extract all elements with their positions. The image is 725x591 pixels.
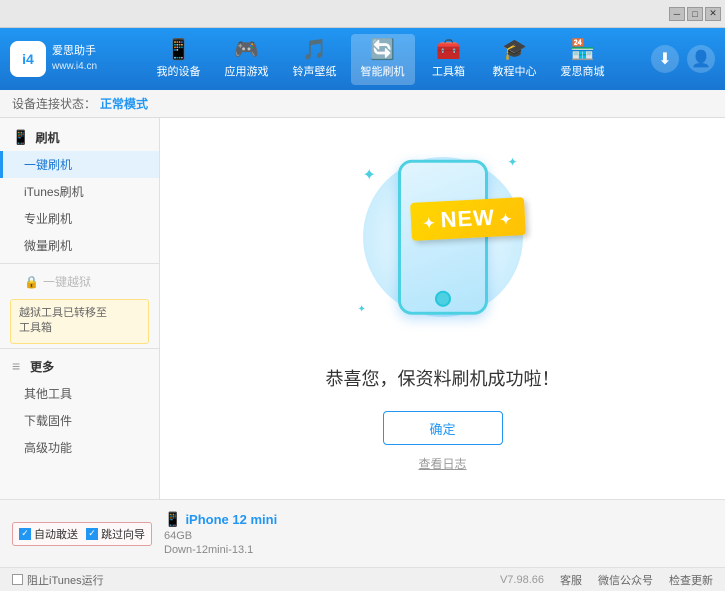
app-logo: i4 [10, 41, 46, 77]
check-update-link[interactable]: 检查更新 [669, 572, 713, 588]
sidebar-item-other-tools[interactable]: 其他工具 [0, 380, 159, 407]
apps-games-icon: 🎮 [234, 40, 259, 60]
skip-wizard-check-box: ✓ [86, 528, 98, 540]
shop-icon: 🏪 [570, 40, 595, 60]
nav-ringtone[interactable]: 🎵 铃声壁纸 [283, 34, 347, 85]
sidebar-notice-jailbreak: 越狱工具已转移至工具箱 [10, 299, 149, 344]
skip-wizard-checkbox[interactable]: ✓ 跳过向导 [86, 526, 145, 542]
minimize-button[interactable]: ─ [669, 7, 685, 21]
my-device-icon: 📱 [166, 40, 191, 60]
sidebar-divider-2 [0, 348, 159, 349]
pro-flash-label: 专业刷机 [24, 212, 72, 226]
close-button[interactable]: ✕ [705, 7, 721, 21]
window-controls: ─ □ ✕ [669, 7, 721, 21]
customer-service-link[interactable]: 客服 [560, 572, 582, 588]
sidebar-item-itunes-flash[interactable]: iTunes刷机 [0, 178, 159, 205]
device-phone-icon: 📱 [164, 511, 181, 528]
logo-symbol: i4 [22, 51, 34, 67]
sidebar-item-advanced[interactable]: 高级功能 [0, 434, 159, 461]
sidebar-divider-1 [0, 263, 159, 264]
tutorial-icon: 🎓 [502, 40, 527, 60]
phone-home-button [435, 291, 451, 307]
sidebar-item-one-key-flash[interactable]: 一键刷机 [0, 151, 159, 178]
ringtone-icon: 🎵 [302, 40, 327, 60]
bottom-bar: ✓ 自动敢送 ✓ 跳过向导 📱 iPhone 12 mini 64GB Down… [0, 499, 725, 567]
footer-version: V7.98.66 [500, 574, 544, 586]
nav-my-device[interactable]: 📱 我的设备 [147, 34, 211, 85]
hero-illustration: ✦ ✦ ✦ NEW [343, 145, 543, 345]
wechat-link[interactable]: 微信公众号 [598, 572, 653, 588]
sidebar-item-pro-flash[interactable]: 专业刷机 [0, 205, 159, 232]
title-bar: ─ □ ✕ [0, 0, 725, 28]
checkbox-group: ✓ 自动敢送 ✓ 跳过向导 [12, 522, 152, 546]
user-button[interactable]: 👤 [687, 45, 715, 73]
toolbox-icon: 🧰 [436, 40, 461, 60]
smart-flash-icon: 🔄 [370, 40, 395, 60]
check-icon-2: ✓ [88, 528, 96, 539]
view-log-link[interactable]: 查看日志 [418, 455, 466, 472]
footer-right: V7.98.66 客服 微信公众号 检查更新 [500, 572, 713, 588]
logo-area: i4 爱思助手 www.i4.cn [10, 41, 110, 77]
confirm-button-label: 确定 [429, 419, 455, 438]
logo-text: 爱思助手 www.i4.cn [52, 44, 97, 73]
more-section-icon: ≡ [12, 358, 20, 374]
lock-icon: 🔒 [24, 275, 39, 289]
header-right: ⬇ 👤 [651, 45, 715, 73]
maximize-button[interactable]: □ [687, 7, 703, 21]
jailbreak-label: 一键越狱 [43, 273, 91, 290]
status-bar: 设备连接状态： 正常模式 [0, 90, 725, 118]
itunes-flash-label: iTunes刷机 [24, 185, 84, 199]
status-label: 设备连接状态： [12, 95, 96, 112]
device-name: 📱 iPhone 12 mini [164, 511, 277, 528]
sidebar-flash-section: 📱 刷机 [0, 124, 159, 151]
nav-tutorial[interactable]: 🎓 教程中心 [483, 34, 547, 85]
confirm-button[interactable]: 确定 [383, 411, 503, 445]
itunes-block-checkbox[interactable] [12, 574, 23, 585]
sidebar-item-jailbreak-disabled: 🔒 一键越狱 [0, 268, 159, 295]
sparkle-1: ✦ [363, 165, 376, 185]
footer-itunes-label: 阻止iTunes运行 [27, 572, 104, 588]
download-button[interactable]: ⬇ [651, 45, 679, 73]
flash-section-icon: 📱 [12, 129, 29, 146]
download-firmware-label: 下载固件 [24, 414, 72, 428]
more-section-label: 更多 [30, 358, 54, 375]
nav-toolbox[interactable]: 🧰 工具箱 [419, 34, 479, 85]
sparkle-3: ✦ [358, 304, 366, 315]
device-storage: 64GB [164, 530, 277, 542]
flash-section-label: 刷机 [35, 129, 59, 146]
device-name-label: iPhone 12 mini [185, 512, 277, 527]
other-tools-label: 其他工具 [24, 387, 72, 401]
advanced-label: 高级功能 [24, 441, 72, 455]
micro-flash-label: 微量刷机 [24, 239, 72, 253]
check-icon-1: ✓ [21, 528, 29, 539]
content-area: ✦ ✦ ✦ NEW 恭喜您，保资料刷机成功啦！ 确定 查看日志 [160, 118, 725, 499]
auto-refresh-checkbox[interactable]: ✓ 自动敢送 [19, 526, 78, 542]
sidebar: 📱 刷机 一键刷机 iTunes刷机 专业刷机 微量刷机 🔒 一键越狱 越狱工具… [0, 118, 160, 499]
auto-refresh-check-box: ✓ [19, 528, 31, 540]
footer: 阻止iTunes运行 V7.98.66 客服 微信公众号 检查更新 [0, 567, 725, 591]
main-container: 📱 刷机 一键刷机 iTunes刷机 专业刷机 微量刷机 🔒 一键越狱 越狱工具… [0, 118, 725, 499]
device-model: Down-12mini-13.1 [164, 544, 277, 556]
app-name: 爱思助手 [52, 44, 97, 59]
nav-shop[interactable]: 🏪 爱思商城 [551, 34, 615, 85]
device-info: 📱 iPhone 12 mini 64GB Down-12mini-13.1 [164, 511, 277, 556]
nav-smart-flash[interactable]: 🔄 智能刷机 [351, 34, 415, 85]
skip-wizard-label: 跳过向导 [101, 526, 145, 542]
auto-refresh-label: 自动敢送 [34, 526, 78, 542]
nav-bar: 📱 我的设备 🎮 应用游戏 🎵 铃声壁纸 🔄 智能刷机 🧰 工具箱 🎓 教程中心… [110, 34, 651, 85]
sidebar-more-section: ≡ 更多 [0, 353, 159, 380]
nav-apps-games[interactable]: 🎮 应用游戏 [215, 34, 279, 85]
sidebar-item-download-firmware[interactable]: 下载固件 [0, 407, 159, 434]
sidebar-item-micro-flash[interactable]: 微量刷机 [0, 232, 159, 259]
sparkle-2: ✦ [507, 155, 517, 169]
success-message: 恭喜您，保资料刷机成功啦！ [326, 365, 560, 391]
header: i4 爱思助手 www.i4.cn 📱 我的设备 🎮 应用游戏 🎵 铃声壁纸 🔄… [0, 28, 725, 90]
new-badge: NEW [410, 197, 525, 241]
notice-text: 越狱工具已转移至工具箱 [19, 307, 107, 334]
status-value: 正常模式 [100, 95, 148, 112]
one-key-flash-label: 一键刷机 [24, 158, 72, 172]
app-url: www.i4.cn [52, 60, 97, 74]
footer-left: 阻止iTunes运行 [12, 572, 104, 588]
